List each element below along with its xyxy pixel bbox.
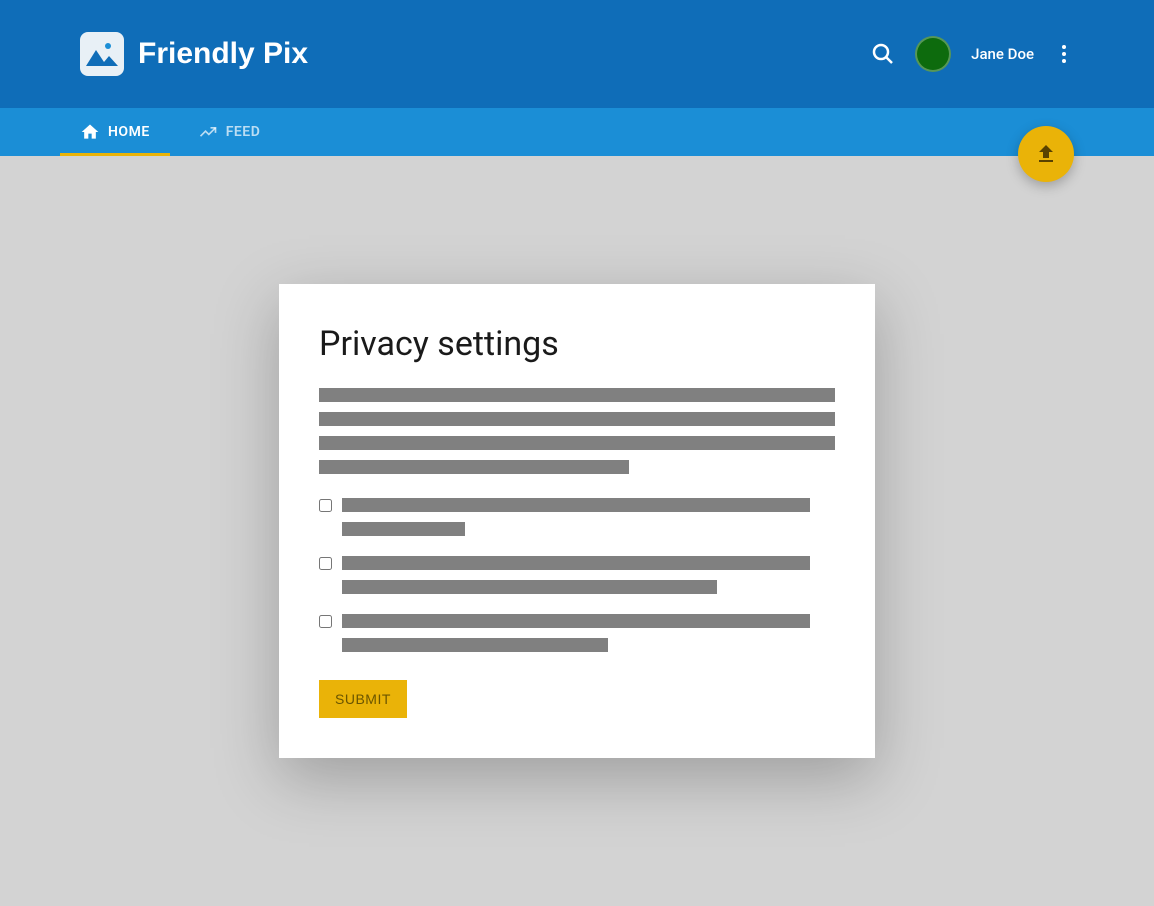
- header-actions: Jane Doe: [871, 36, 1074, 72]
- checkbox-option-3[interactable]: [319, 615, 332, 628]
- checkbox-option-1[interactable]: [319, 499, 332, 512]
- option-3-text: [342, 614, 835, 652]
- search-icon[interactable]: [871, 42, 895, 66]
- privacy-description: [319, 388, 835, 474]
- logo-area[interactable]: Friendly Pix: [80, 32, 308, 76]
- privacy-option-3: [319, 614, 835, 652]
- upload-button[interactable]: [1018, 126, 1074, 182]
- checkbox-option-2[interactable]: [319, 557, 332, 570]
- privacy-option-2: [319, 556, 835, 594]
- privacy-option-1: [319, 498, 835, 536]
- app-logo-icon: [80, 32, 124, 76]
- tab-home[interactable]: HOME: [80, 108, 150, 156]
- privacy-settings-card: Privacy settings: [279, 284, 875, 758]
- main-content: Privacy settings: [0, 156, 1154, 758]
- upload-icon: [1034, 142, 1058, 166]
- more-menu-icon[interactable]: [1054, 45, 1074, 63]
- app-title: Friendly Pix: [138, 37, 308, 71]
- nav-bar: HOME FEED: [0, 108, 1154, 156]
- option-1-text: [342, 498, 835, 536]
- tab-feed[interactable]: FEED: [198, 108, 261, 156]
- tab-label: FEED: [226, 124, 261, 140]
- card-title: Privacy settings: [319, 324, 835, 364]
- app-header: Friendly Pix Jane Doe: [0, 0, 1154, 108]
- username-label[interactable]: Jane Doe: [971, 45, 1034, 63]
- option-2-text: [342, 556, 835, 594]
- submit-button[interactable]: SUBMIT: [319, 680, 407, 718]
- home-icon: [80, 122, 100, 142]
- nav-tabs: HOME FEED: [80, 108, 260, 156]
- tab-label: HOME: [108, 124, 150, 140]
- avatar[interactable]: [915, 36, 951, 72]
- trending-icon: [198, 122, 218, 142]
